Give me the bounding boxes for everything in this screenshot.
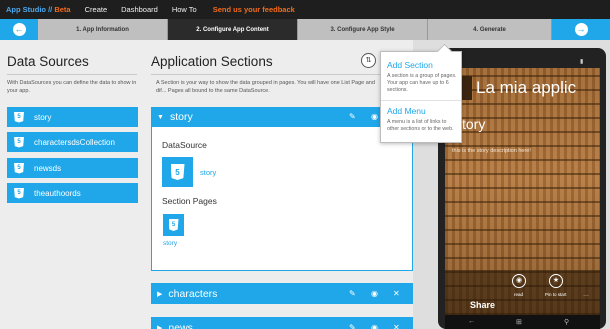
pin-icon[interactable]: ★: [549, 274, 563, 288]
top-nav: App Studio // Beta Create Dashboard How …: [0, 0, 610, 19]
datasource-item-theauthoords[interactable]: 5 theauthoords: [7, 183, 138, 203]
pin-label: Pin to start: [545, 292, 567, 297]
datasource-item-newsds[interactable]: 5 newsds: [7, 158, 138, 178]
app-sections-title: Application Sections: [151, 54, 273, 69]
nav-dashboard[interactable]: Dashboard: [121, 5, 158, 14]
divider: [381, 100, 461, 101]
add-popover: Add Section A section is a group of page…: [380, 51, 462, 143]
next-step-button[interactable]: →: [552, 19, 610, 40]
reorder-button[interactable]: ⇅: [361, 53, 376, 68]
arrow-left-icon: ←: [12, 23, 26, 36]
section-pages-label: Section Pages: [162, 196, 217, 206]
app-studio-logo[interactable]: App Studio // Beta: [6, 5, 71, 14]
data-sources-title: Data Sources: [7, 54, 89, 69]
eye-icon[interactable]: ◉: [371, 323, 378, 329]
back-key-icon: ←: [468, 318, 475, 325]
windows-key-icon: ⊞: [516, 319, 522, 326]
step-generate[interactable]: 4. Generate: [428, 19, 552, 40]
html5-icon: 5: [14, 111, 24, 123]
edit-icon[interactable]: ✎: [349, 289, 356, 298]
caret-down-icon: ▼: [157, 113, 164, 121]
section-page-link[interactable]: story: [163, 240, 177, 247]
add-section-desc: A section is a group of pages. Your app …: [387, 73, 457, 93]
add-menu-option[interactable]: Add Menu: [387, 106, 426, 116]
add-section-option[interactable]: Add Section: [387, 60, 433, 70]
read-icon[interactable]: ◉: [512, 274, 526, 288]
datasource-item-characters[interactable]: 5 charactersdsCollection: [7, 132, 138, 152]
add-menu-desc: A menu is a list of links to other secti…: [387, 119, 454, 132]
preview-share: Share: [470, 300, 496, 310]
divider: [151, 74, 413, 75]
html5-icon: 5: [14, 136, 24, 148]
app-sections-description: A Section is your way to show the data g…: [156, 80, 375, 94]
read-label: read: [514, 292, 524, 297]
caret-right-icon: ▶: [157, 290, 163, 298]
html5-icon: 5: [170, 164, 185, 180]
divider: [7, 74, 137, 75]
datasource-item-story[interactable]: 5 story: [7, 107, 138, 127]
datasource-link[interactable]: story: [200, 168, 216, 177]
feedback-link[interactable]: Send us your feedback: [213, 5, 295, 14]
wizard-steps: ← 1. App Information 2. Configure App Co…: [0, 19, 610, 40]
eye-icon[interactable]: ◉: [371, 112, 378, 121]
close-icon[interactable]: ✕: [393, 323, 400, 329]
html5-icon: 5: [14, 187, 24, 199]
step-configure-app-content[interactable]: 2. Configure App Content: [168, 19, 298, 40]
edit-icon[interactable]: ✎: [349, 112, 356, 121]
edit-icon[interactable]: ✎: [349, 323, 356, 329]
datasource-tile[interactable]: 5: [162, 157, 193, 187]
datasource-label: DataSource: [162, 140, 207, 150]
swap-icon: ⇅: [365, 57, 372, 64]
eye-icon[interactable]: ◉: [371, 289, 378, 298]
close-icon[interactable]: ✕: [393, 289, 400, 298]
caret-right-icon: ▶: [157, 324, 163, 329]
section-card-story: [151, 107, 413, 271]
html5-icon: 5: [168, 219, 179, 231]
nav-how-to[interactable]: How To: [172, 5, 197, 14]
preview-section-title: tory: [462, 116, 486, 132]
status-icons: ▮: [580, 59, 584, 65]
search-key-icon: ⚲: [564, 319, 570, 326]
preview-app-title: La mia applic: [476, 78, 577, 97]
step-configure-app-style[interactable]: 3. Configure App Style: [298, 19, 428, 40]
prev-step-button[interactable]: ←: [0, 19, 38, 40]
arrow-right-icon: →: [574, 23, 588, 36]
section-page-tile[interactable]: 5: [163, 214, 184, 236]
more-icon: …: [583, 292, 589, 298]
section-header-characters[interactable]: ▶ characters ✎ ◉ ✕: [151, 283, 413, 304]
html5-icon: 5: [14, 162, 24, 174]
preview-section-desc: this is the story description here!: [452, 148, 531, 154]
section-header-story[interactable]: ▼ story ✎ ◉: [151, 107, 413, 127]
step-app-information[interactable]: 1. App Information: [38, 19, 168, 40]
data-sources-description: With DataSources you can define the data…: [7, 80, 137, 94]
nav-create[interactable]: Create: [85, 5, 108, 14]
section-header-news[interactable]: ▶ news ✎ ◉ ✕: [151, 317, 413, 329]
